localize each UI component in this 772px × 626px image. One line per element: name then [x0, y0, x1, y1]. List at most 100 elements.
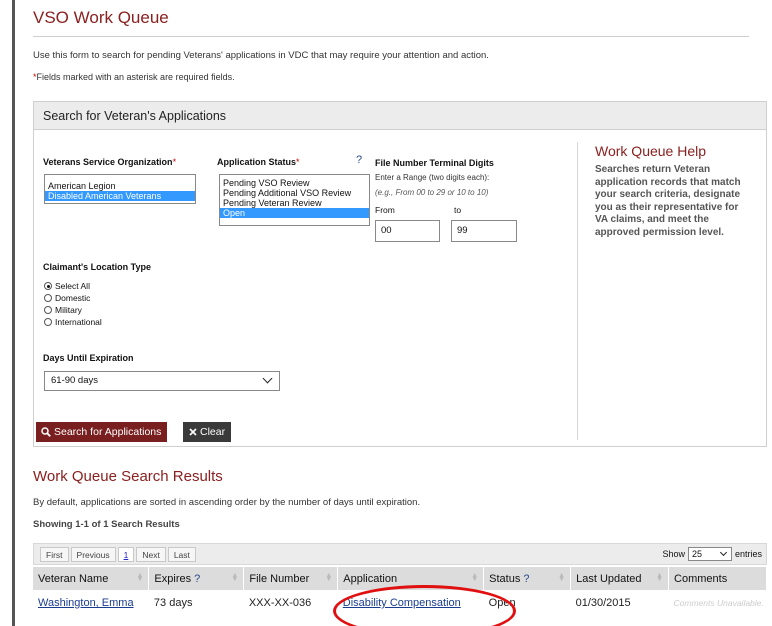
sort-icon: ▲ ▼	[136, 572, 144, 583]
radio-label: Select All	[55, 281, 90, 291]
required-star: *	[296, 157, 300, 167]
radio-military[interactable]: Military	[44, 305, 82, 315]
vso-option[interactable]: American Legion	[45, 181, 195, 191]
column-header-last-updated[interactable]: Last Updated ▲ ▼	[570, 567, 670, 590]
veteran-name-link[interactable]: Washington, Emma	[38, 597, 134, 609]
search-icon	[41, 427, 51, 437]
last-updated-cell: 01/30/2015	[575, 597, 631, 609]
radio-button-checked[interactable]	[44, 282, 52, 290]
results-table: Veteran Name ▲ ▼ Expires? ▲ ▼ File Number ▲ ▼ …	[33, 567, 767, 616]
title-divider	[33, 36, 749, 37]
page-size-value: 25	[691, 549, 702, 559]
show-entries: Show 25 entries	[662, 547, 762, 561]
radio-select-all[interactable]: Select All	[44, 281, 90, 291]
sort-icon: ▲ ▼	[656, 572, 664, 583]
radio-domestic[interactable]: Domestic	[44, 293, 90, 303]
pager-previous[interactable]: Previous	[70, 547, 116, 562]
sort-icon: ▲ ▼	[325, 572, 333, 583]
radio-button[interactable]	[44, 306, 52, 314]
status-help-icon[interactable]: ?	[356, 154, 362, 166]
search-panel-header: Search for Veteran's Applications	[34, 102, 766, 130]
chevron-down-icon	[262, 373, 273, 384]
pager-last[interactable]: Last	[167, 547, 196, 562]
status-option-selected[interactable]: Open	[220, 208, 369, 218]
status-listbox[interactable]: Pending VSO Review Pending Additional VS…	[219, 174, 370, 226]
file-number-label: File Number Terminal Digits	[375, 158, 494, 168]
chevron-down-icon	[719, 548, 728, 557]
application-link[interactable]: Disability Compensation	[343, 597, 461, 609]
search-button[interactable]: Search for Applications	[36, 422, 168, 442]
radio-international[interactable]: International	[44, 317, 102, 327]
column-label: Expires	[154, 572, 192, 585]
search-panel: Search for Veteran's Applications Vetera…	[33, 101, 767, 447]
column-label: Application	[343, 572, 398, 585]
status-label-text: Application Status	[217, 157, 297, 167]
page-title: VSO Work Queue	[33, 8, 169, 27]
status-option[interactable]: Pending VSO Review	[220, 178, 369, 188]
vso-label-text: Veterans Service Organization	[43, 157, 173, 167]
clear-button[interactable]: Clear	[183, 422, 232, 442]
radio-label: Military	[55, 305, 82, 315]
days-select-value: 61-90 days	[51, 375, 99, 386]
vso-listbox[interactable]: American Legion Disabled American Vetera…	[44, 174, 196, 204]
entries-label: entries	[734, 549, 762, 559]
page-size-select[interactable]: 25	[687, 547, 732, 561]
column-label: Comments	[674, 572, 728, 585]
status-label: Application Status*	[217, 157, 300, 167]
to-input[interactable]: 99	[451, 220, 517, 242]
status-cell: Open	[488, 597, 516, 609]
column-label: Veteran Name	[38, 572, 109, 585]
help-icon[interactable]: ?	[194, 573, 200, 585]
results-count: Showing 1-1 of 1 Search Results	[33, 519, 180, 530]
column-header-veteran-name[interactable]: Veteran Name ▲ ▼	[33, 567, 150, 590]
results-description: By default, applications are sorted in a…	[33, 497, 421, 508]
pager-page-current[interactable]: 1	[117, 547, 135, 562]
status-option[interactable]: Pending Veteran Review	[220, 198, 369, 208]
column-header-comments: Comments	[668, 567, 767, 590]
column-header-application[interactable]: Application ▲ ▼	[337, 567, 485, 590]
file-number-cell: XXX-XX-036	[248, 597, 312, 609]
radio-label: Domestic	[55, 293, 91, 303]
to-label: to	[454, 205, 462, 215]
help-text: Searches return Veteran application reco…	[595, 164, 741, 238]
left-border-bar	[12, 0, 15, 626]
required-fields-note: *Fields marked with an asterisk are requ…	[33, 72, 235, 82]
column-header-status[interactable]: Status? ▲ ▼	[483, 567, 572, 590]
help-divider	[577, 142, 578, 440]
vso-label: Veterans Service Organization*	[43, 157, 176, 167]
vso-option-selected[interactable]: Disabled American Veterans	[45, 191, 195, 201]
help-title: Work Queue Help	[595, 143, 707, 159]
show-label: Show	[662, 549, 685, 559]
column-header-expires[interactable]: Expires? ▲ ▼	[148, 567, 245, 590]
status-option[interactable]: Pending Additional VSO Review	[220, 188, 369, 198]
results-toolbar: First Previous 1 Next Last Show 25 entri…	[33, 543, 767, 565]
days-select[interactable]: 61-90 days	[44, 371, 280, 391]
from-input[interactable]: 00	[375, 220, 440, 242]
pagination: First Previous 1 Next Last	[40, 547, 198, 562]
comments-cell: Comments Unavailable.	[673, 598, 764, 608]
column-label: Status	[489, 572, 521, 585]
from-label: From	[375, 205, 395, 215]
file-number-hint: Enter a Range (two digits each):	[375, 173, 490, 182]
column-header-file-number[interactable]: File Number ▲ ▼	[243, 567, 339, 590]
pager-next[interactable]: Next	[136, 547, 166, 562]
location-label: Claimant's Location Type	[43, 262, 151, 272]
column-label: File Number	[249, 572, 310, 585]
file-number-example: (e.g., From 00 to 29 or 10 to 10)	[375, 188, 489, 197]
radio-button[interactable]	[44, 294, 52, 302]
expires-cell: 73 days	[153, 597, 193, 609]
sort-icon: ▲ ▼	[231, 572, 239, 583]
column-label: Last Updated	[576, 572, 642, 585]
close-icon	[189, 428, 197, 436]
radio-button[interactable]	[44, 318, 52, 326]
help-icon[interactable]: ?	[523, 573, 529, 585]
clear-button-label: Clear	[200, 426, 226, 438]
sort-icon: ▲ ▼	[471, 572, 479, 583]
sort-icon: ▲ ▼	[558, 572, 566, 583]
days-label: Days Until Expiration	[43, 353, 134, 363]
pager-first[interactable]: First	[40, 547, 69, 562]
required-note-text: Fields marked with an asterisk are requi…	[36, 72, 235, 82]
radio-label: International	[55, 317, 102, 327]
search-button-label: Search for Applications	[54, 426, 162, 438]
intro-text: Use this form to search for pending Vete…	[33, 50, 489, 61]
